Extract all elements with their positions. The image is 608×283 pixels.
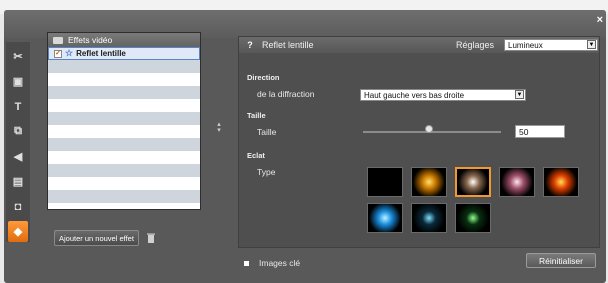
size-value-input[interactable]: 50 [515,125,565,138]
chevron-down-icon: ▼ [515,90,524,99]
empty-list-row [48,164,200,177]
effect-item-label: Reflet lentille [76,49,126,58]
add-effect-button[interactable]: Ajouter un nouvel effet [54,230,139,246]
flare-swatch-green[interactable] [455,203,491,233]
star-icon: ☆ [65,48,74,58]
empty-list-row [48,99,200,112]
size-section-title: Taille [247,111,266,120]
image-icon[interactable]: ▣ [8,71,28,92]
empty-list-row [48,112,200,125]
video-fx-icon[interactable]: ◆ [8,221,28,242]
diffraction-direction-select[interactable]: Haut gauche vers bas droite ▼ [360,89,526,101]
flare-swatch-white[interactable] [455,167,491,197]
presets-label: Réglages [456,40,495,50]
keyframes-toggle[interactable]: Images clé [244,258,300,268]
diffraction-label: de la diffraction [257,89,315,99]
folder-icon [53,36,63,44]
empty-list-row [48,177,200,190]
empty-list-row [48,73,200,86]
panel-divider-handle[interactable]: ▴ ▾ [216,121,222,136]
flare-swatch-pink[interactable] [499,167,535,197]
effects-list-panel: Effets vidéo ✓ ☆ Reflet lentille [47,32,201,210]
diffraction-select-value: Haut gauche vers bas droite [364,90,465,100]
preset-select-value: Lumineux [508,40,543,50]
empty-list-row [48,151,200,164]
effects-list-title: Effets vidéo [68,35,113,45]
effect-enabled-checkbox[interactable]: ✓ [54,49,62,58]
trash-icon[interactable] [147,233,155,243]
effect-settings-header: ? Reflet lentille Réglages Lumineux ▼ [239,37,599,53]
empty-list-row [48,190,200,203]
film-icon[interactable]: ◘ [8,196,28,217]
direction-section-title: Direction [247,73,280,82]
preset-select[interactable]: Lumineux ▼ [504,39,598,51]
reset-button[interactable]: Réinitialiser [526,253,596,268]
keyframes-checkbox[interactable] [244,260,249,266]
text-icon[interactable]: T [8,96,28,117]
close-icon[interactable]: × [597,14,603,26]
empty-list-row [48,125,200,138]
flare-swatch-gold[interactable] [411,167,447,197]
chevron-down-icon: ▼ [587,40,596,49]
flare-swatch-blue[interactable] [367,203,403,233]
help-icon[interactable]: ? [244,40,256,50]
keyframes-label: Images clé [259,258,301,268]
effect-title: Reflet lentille [262,40,314,50]
size-label: Taille [257,127,277,137]
effect-list-item[interactable]: ✓ ☆ Reflet lentille [48,47,200,60]
type-label: Type [257,167,276,177]
scissors-icon[interactable]: ✂ [8,46,28,67]
empty-list-row [48,60,200,73]
effects-list-header: Effets vidéo [48,33,200,47]
flare-swatch-orange[interactable] [543,167,579,197]
empty-list-row [48,138,200,151]
effects-icon[interactable]: ⧉ [8,121,28,142]
effect-settings-panel: ? Reflet lentille Réglages Lumineux ▼ Di… [238,36,600,248]
flare-section-title: Eclat [247,151,265,160]
flare-swatch-teal[interactable] [411,203,447,233]
flare-swatch-black[interactable] [367,167,403,197]
audio-icon[interactable]: ◀ [8,146,28,167]
tool-strip: ✂ ▣ T ⧉ ◀ ▤ ◘ ◆ [6,42,30,242]
clapper-icon[interactable]: ▤ [8,171,28,192]
empty-list-row [48,86,200,99]
